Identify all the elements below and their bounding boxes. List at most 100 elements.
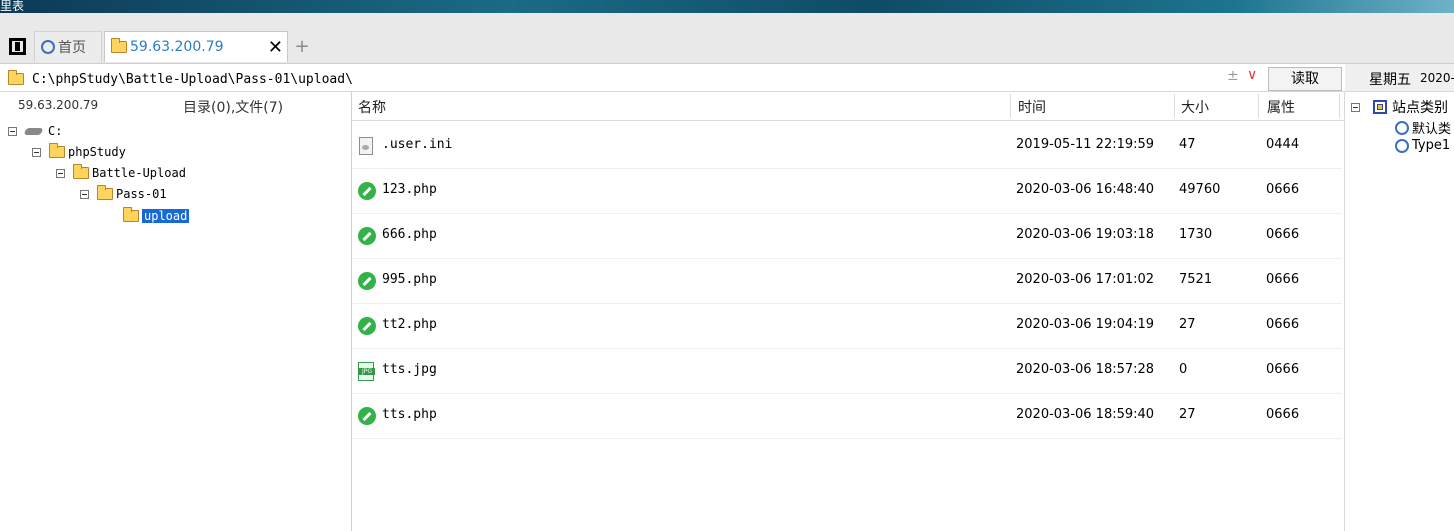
tree-node-phpstudy[interactable]: phpStudy: [32, 142, 126, 162]
column-divider[interactable]: [1010, 94, 1011, 118]
collapse-icon[interactable]: [1351, 102, 1360, 112]
collapse-icon[interactable]: [32, 147, 41, 157]
date-bar: 星期五 2020-: [1345, 64, 1454, 92]
file-row[interactable]: tts.php 2020-03-06 18:59:40 27 0666: [352, 393, 1342, 439]
new-tab-button[interactable]: +: [292, 31, 312, 62]
path-input[interactable]: [30, 68, 1214, 90]
window-title-text: 里表: [0, 0, 25, 13]
file-list-header: 名称 时间 大小 属性: [352, 92, 1344, 121]
collapse-icon[interactable]: [80, 189, 89, 199]
file-size: 27: [1179, 317, 1196, 332]
collapse-icon[interactable]: [8, 126, 17, 136]
php-file-icon: [358, 272, 376, 290]
php-file-icon: [358, 182, 376, 200]
file-name: tts.jpg: [382, 362, 437, 377]
file-name: tt2.php: [382, 317, 437, 332]
column-header-size[interactable]: 大小: [1181, 97, 1209, 117]
category-icon: [1395, 120, 1409, 135]
file-attr: 0666: [1266, 227, 1300, 242]
file-list-panel: 名称 时间 大小 属性 .user.ini 2019-05-11 22:19:5…: [352, 92, 1345, 531]
file-size: 47: [1179, 137, 1196, 152]
file-row[interactable]: tt2.php 2020-03-06 19:04:19 27 0666: [352, 303, 1342, 349]
tree-node-drive-c[interactable]: C:: [8, 121, 62, 141]
file-attr: 0666: [1266, 272, 1300, 287]
file-row[interactable]: .user.ini 2019-05-11 22:19:59 47 0444: [352, 123, 1342, 169]
site-category-root[interactable]: 站点类别: [1351, 97, 1448, 117]
tab-home[interactable]: 首页: [34, 31, 102, 62]
php-file-icon: [358, 227, 376, 245]
drive-icon: [23, 127, 44, 135]
folder-icon: [49, 143, 65, 158]
column-divider[interactable]: [1174, 94, 1175, 118]
column-header-attr[interactable]: 属性: [1267, 97, 1295, 117]
site-category-label: 站点类别: [1392, 100, 1448, 116]
php-file-icon: [358, 317, 376, 335]
category-label: Type1: [1412, 138, 1451, 153]
file-time: 2020-03-06 17:01:02: [1016, 272, 1155, 287]
tree-node-label: Pass-01: [116, 187, 167, 201]
open-folder-icon: [123, 207, 139, 222]
host-ip-label: 59.63.200.79: [18, 98, 99, 112]
category-icon: [1395, 138, 1409, 153]
file-size: 1730: [1179, 227, 1213, 242]
file-row[interactable]: 666.php 2020-03-06 19:03:18 1730 0666: [352, 213, 1342, 259]
tree-node-pass-01[interactable]: Pass-01: [80, 184, 167, 204]
file-time: 2020-03-06 16:48:40: [1016, 182, 1155, 197]
window-title-strip: 里表: [0, 0, 1454, 13]
app-logo-icon: [8, 38, 26, 55]
file-name: 666.php: [382, 227, 437, 242]
column-divider[interactable]: [1258, 94, 1259, 118]
address-bar: ± ∨ 读取: [0, 64, 1345, 92]
tab-site[interactable]: 59.63.200.79 ✕: [104, 31, 288, 62]
file-size: 27: [1179, 407, 1196, 422]
column-header-time[interactable]: 时间: [1018, 97, 1046, 117]
file-name: .user.ini: [382, 137, 453, 152]
file-attr: 0666: [1266, 182, 1300, 197]
tree-node-battle-upload[interactable]: Battle-Upload: [56, 163, 186, 183]
file-attr: 0666: [1266, 407, 1300, 422]
file-time: 2020-03-06 18:57:28: [1016, 362, 1155, 377]
tree-node-label: phpStudy: [68, 145, 126, 159]
app-menu-button[interactable]: [5, 31, 29, 62]
column-header-name[interactable]: 名称: [358, 97, 386, 117]
category-label: 默认类: [1412, 122, 1452, 137]
file-name: tts.php: [382, 407, 437, 422]
file-time: 2020-03-06 18:59:40: [1016, 407, 1155, 422]
file-size: 49760: [1179, 182, 1221, 197]
close-tab-icon[interactable]: ✕: [268, 37, 283, 58]
folder-icon: [111, 38, 127, 53]
file-attr: 0666: [1266, 317, 1300, 332]
tab-bar: 首页 59.63.200.79 ✕ +: [0, 13, 1454, 64]
file-size: 0: [1179, 362, 1188, 377]
tree-node-upload[interactable]: upload: [123, 206, 190, 226]
file-row[interactable]: 995.php 2020-03-06 17:01:02 7521 0666: [352, 258, 1342, 304]
folder-icon: [73, 164, 89, 179]
file-attr: 0666: [1266, 362, 1300, 377]
date-label: 2020-: [1420, 71, 1454, 85]
category-item[interactable]: Type1: [1395, 138, 1450, 153]
file-row[interactable]: tts.jpg 2020-03-06 18:57:28 0 0666: [352, 348, 1342, 394]
file-row[interactable]: 123.php 2020-03-06 16:48:40 49760 0666: [352, 168, 1342, 214]
category-root-icon: [1373, 100, 1387, 114]
file-time: 2020-03-06 19:04:19: [1016, 317, 1155, 332]
file-size: 7521: [1179, 272, 1213, 287]
file-time: 2019-05-11 22:19:59: [1016, 137, 1155, 152]
item-count-label: 目录(0),文件(7): [183, 100, 284, 116]
site-category-panel: 星期五 2020- 站点类别 默认类 Type1: [1345, 64, 1454, 531]
chevron-down-icon[interactable]: ∨: [1247, 67, 1257, 83]
file-attr: 0444: [1266, 137, 1300, 152]
file-name: 123.php: [382, 182, 437, 197]
php-file-icon: [358, 407, 376, 425]
ini-file-icon: [359, 137, 373, 155]
tree-node-label-selected: upload: [142, 209, 190, 223]
expand-icon[interactable]: ±: [1227, 68, 1239, 84]
column-divider[interactable]: [1339, 94, 1340, 118]
collapse-icon[interactable]: [56, 168, 65, 178]
tab-site-label: 59.63.200.79: [130, 39, 224, 55]
weekday-label: 星期五: [1369, 72, 1411, 88]
file-name: 995.php: [382, 272, 437, 287]
category-item[interactable]: 默认类: [1395, 118, 1451, 137]
jpg-file-icon: [358, 362, 375, 381]
read-button[interactable]: 读取: [1268, 67, 1342, 91]
tab-home-label: 首页: [58, 40, 86, 56]
